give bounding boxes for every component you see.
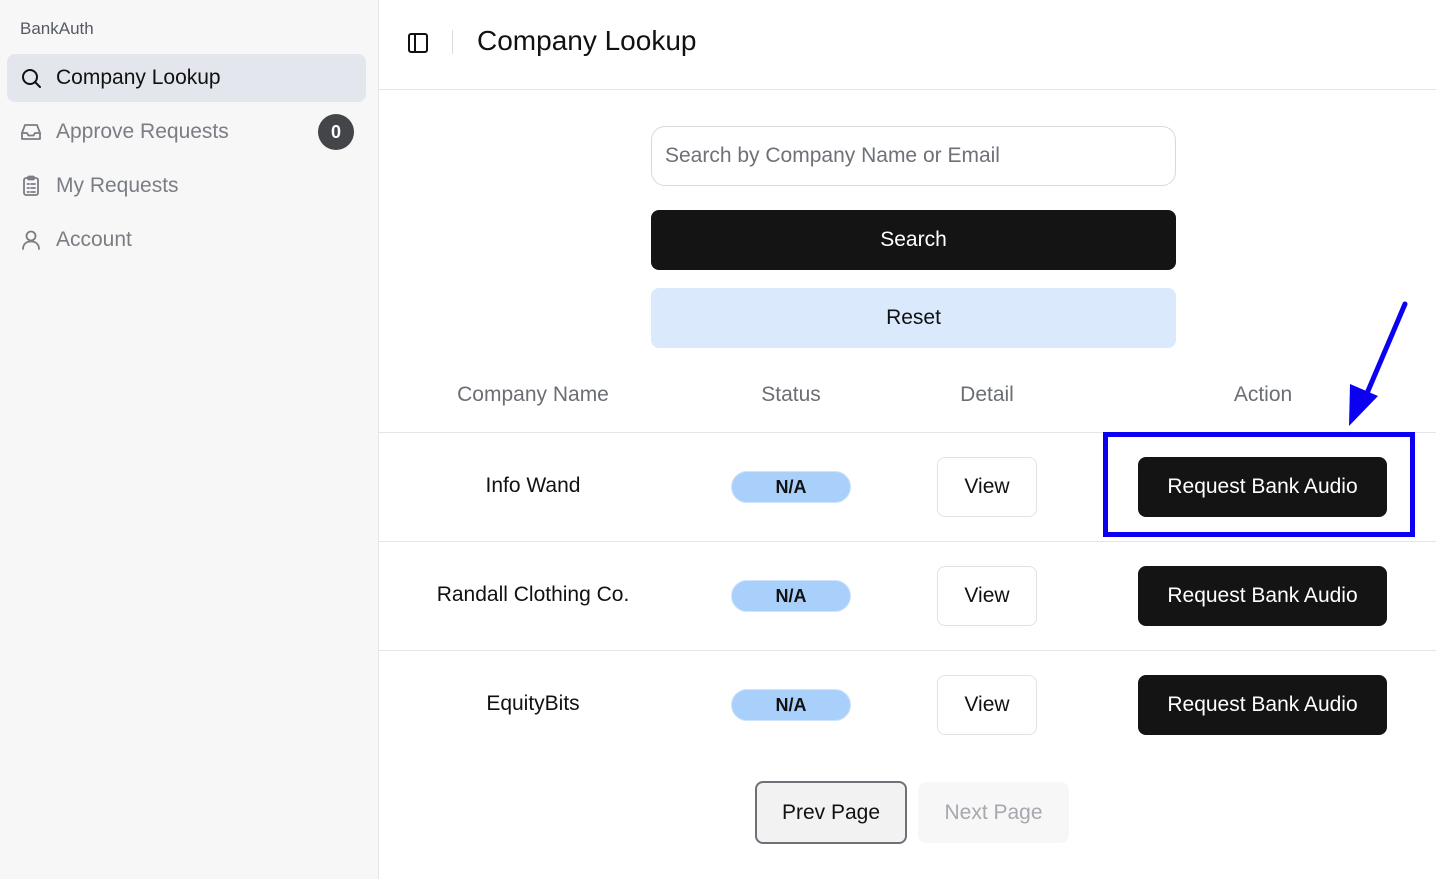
sidebar-item-label: Account bbox=[56, 228, 132, 251]
sidebar-item-label: My Requests bbox=[56, 174, 179, 197]
view-button[interactable]: View bbox=[937, 566, 1037, 626]
brand-name: BankAuth bbox=[20, 19, 94, 38]
company-name-cell: EquityBits bbox=[486, 692, 580, 715]
sidebar-item-account[interactable]: Account bbox=[7, 216, 366, 264]
pending-count-badge: 0 bbox=[318, 114, 354, 150]
sidebar-item-company-lookup[interactable]: Company Lookup bbox=[7, 54, 366, 102]
search-input[interactable] bbox=[651, 126, 1176, 186]
page-title: Company Lookup bbox=[477, 25, 697, 56]
company-name-cell: Randall Clothing Co. bbox=[436, 583, 630, 606]
inbox-icon bbox=[20, 121, 42, 143]
status-badge: N/A bbox=[731, 471, 851, 503]
request-bank-audio-button[interactable]: Request Bank Audio bbox=[1138, 566, 1387, 626]
sidebar-toggle-icon[interactable] bbox=[406, 31, 430, 55]
search-icon bbox=[20, 67, 42, 89]
page-header: Company Lookup bbox=[379, 0, 1436, 90]
sidebar: BankAuth Company Lookup Approve Requests… bbox=[0, 0, 379, 879]
status-badge: N/A bbox=[731, 689, 851, 721]
column-header-detail: Detail bbox=[960, 383, 1014, 406]
table-divider bbox=[379, 541, 1436, 542]
status-badge: N/A bbox=[731, 580, 851, 612]
request-bank-audio-button[interactable]: Request Bank Audio bbox=[1138, 675, 1387, 735]
view-button[interactable]: View bbox=[937, 457, 1037, 517]
header-divider bbox=[452, 30, 453, 54]
column-header-company-name: Company Name bbox=[457, 383, 609, 406]
reset-button[interactable]: Reset bbox=[651, 288, 1176, 348]
user-icon bbox=[20, 229, 42, 251]
company-name-cell: Info Wand bbox=[485, 474, 581, 497]
arrow-icon bbox=[1349, 301, 1408, 426]
highlight-box bbox=[1103, 432, 1415, 537]
prev-page-button[interactable]: Prev Page bbox=[755, 781, 907, 844]
table-divider bbox=[379, 650, 1436, 651]
column-header-action: Action bbox=[1233, 383, 1293, 406]
sidebar-item-approve-requests[interactable]: Approve Requests 0 bbox=[7, 108, 366, 156]
column-header-status: Status bbox=[761, 383, 821, 406]
next-page-button[interactable]: Next Page bbox=[918, 782, 1069, 843]
view-button[interactable]: View bbox=[937, 675, 1037, 735]
sidebar-item-my-requests[interactable]: My Requests bbox=[7, 162, 366, 210]
search-button[interactable]: Search bbox=[651, 210, 1176, 270]
sidebar-item-label: Approve Requests bbox=[56, 120, 229, 143]
clipboard-icon bbox=[20, 175, 42, 197]
sidebar-item-label: Company Lookup bbox=[56, 66, 221, 89]
